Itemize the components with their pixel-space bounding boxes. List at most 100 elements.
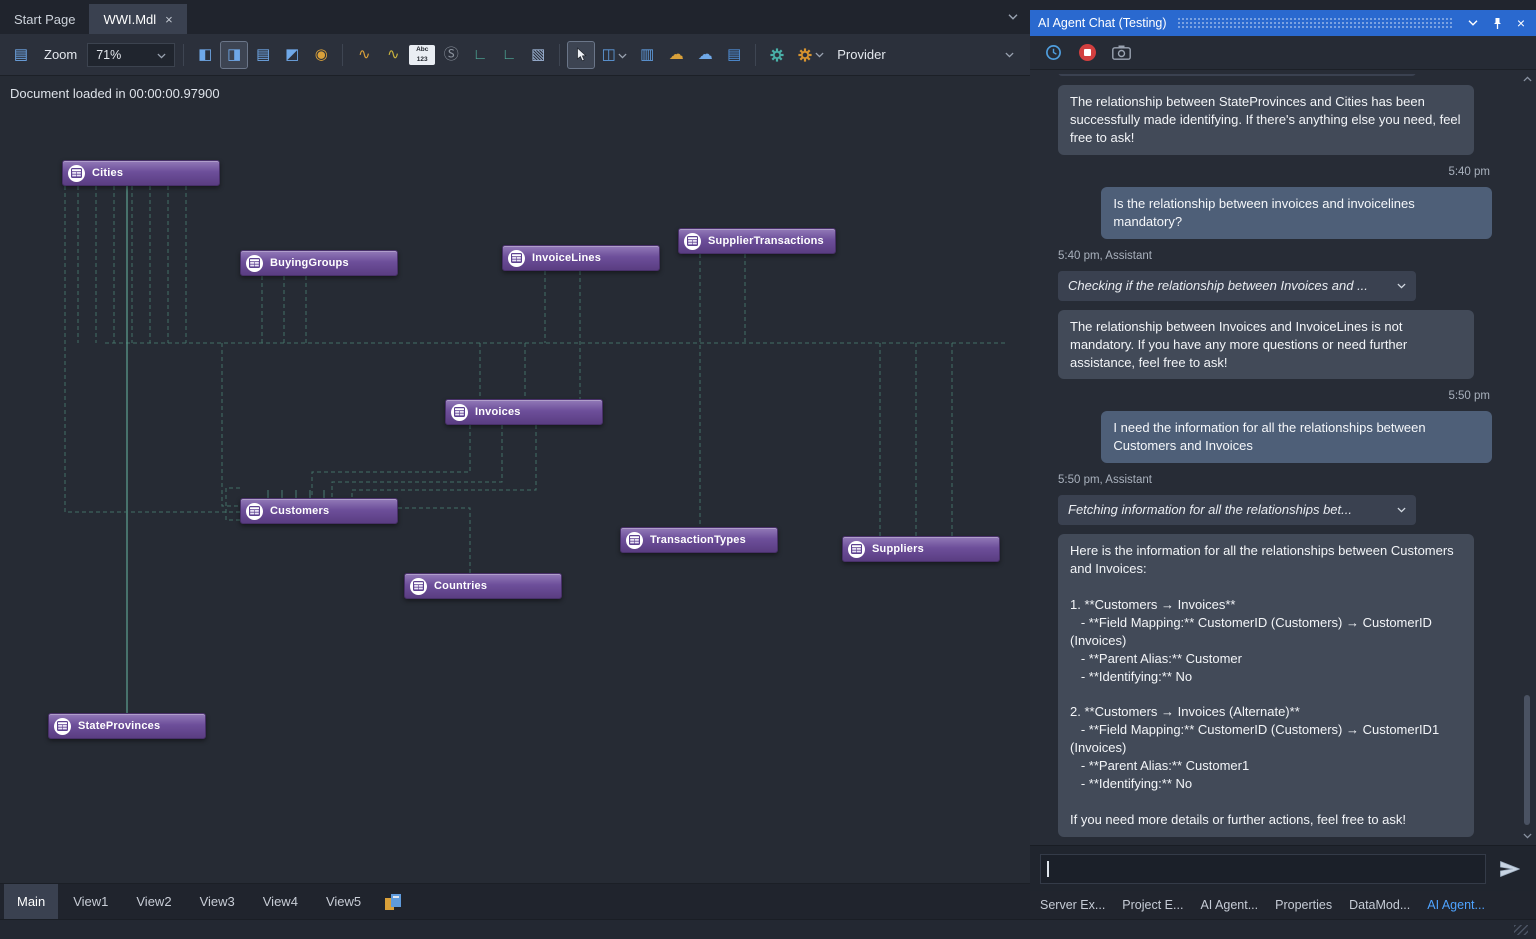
entity-label: Cities [92, 167, 123, 179]
view-tab-main[interactable]: Main [4, 884, 58, 919]
tool-call-header[interactable]: Fetching information for all the relatio… [1058, 495, 1416, 525]
entity-label: Invoices [475, 406, 521, 418]
assistant-message: Here is the information for all the rela… [1058, 534, 1474, 837]
panel-tab-properties-3[interactable]: Properties [1275, 898, 1332, 912]
entity-label: Countries [434, 580, 487, 592]
panel-chevron-icon[interactable] [1464, 14, 1482, 32]
panel-tab-datamod-4[interactable]: DataMod... [1349, 898, 1410, 912]
entity-transactiontypes[interactable]: TransactionTypes [620, 527, 778, 553]
diagram-canvas[interactable]: Cities BuyingGroups InvoiceLines SupplierTr… [0, 76, 1030, 883]
layers-icon[interactable]: ▤ [721, 42, 747, 68]
timestamp: 5:50 pm [1448, 389, 1490, 405]
tool-call-header[interactable]: Making the relationship between StatePro… [1058, 74, 1416, 76]
layout-rows-icon[interactable]: ◨ [221, 42, 247, 68]
doc-tab-start-page[interactable]: Start Page [0, 4, 89, 34]
panel-titlebar[interactable]: AI Agent Chat (Testing) × [1030, 10, 1536, 36]
pointer-tool-icon[interactable] [568, 42, 594, 68]
table-icon [246, 503, 263, 520]
document-area: Start PageWWI.Mdl× ▤Zoom71%◧◨▤◩◉∿∿Abc123… [0, 0, 1030, 919]
history-icon[interactable] [1042, 42, 1064, 64]
provider-gear-icon[interactable] [793, 42, 827, 68]
view-tab-view5[interactable]: View5 [313, 884, 374, 919]
entity-cities[interactable]: Cities [62, 160, 220, 186]
entity-suppliers[interactable]: Suppliers [842, 536, 1000, 562]
entity-label: SupplierTransactions [708, 235, 824, 247]
doc-tab-label: WWI.Mdl [103, 12, 156, 27]
entity-label: StateProvinces [78, 720, 160, 732]
scrollbar-track[interactable] [1523, 86, 1531, 829]
entity-customers[interactable]: Customers [240, 498, 398, 524]
view-tabs: MainView1View2View3View4View5 [4, 884, 374, 919]
toolbar-overflow-chevron[interactable] [996, 42, 1022, 68]
doc-tabbar: Start Page WWI.Mdl × [0, 0, 1030, 34]
user-message: I need the information for all the relat… [1101, 411, 1492, 463]
stop-icon[interactable] [1076, 42, 1098, 64]
export-cloud-icon[interactable]: ☁ [692, 42, 718, 68]
chat-input[interactable] [1049, 861, 1480, 876]
model-image-icon[interactable]: ▤ [8, 42, 34, 68]
selection-area-icon[interactable]: ▧ [525, 42, 551, 68]
show-attributes-icon[interactable]: ∿ [351, 42, 377, 68]
panel-tab-ai-agent-5[interactable]: AI Agent... [1427, 898, 1485, 912]
screenshot-icon[interactable] [1110, 42, 1132, 64]
panel-tab-ai-agent-2[interactable]: AI Agent... [1200, 898, 1258, 912]
scrollbar-thumb[interactable] [1524, 695, 1530, 825]
entity-countries[interactable]: Countries [404, 573, 562, 599]
tool-call-header[interactable]: Checking if the relationship between Inv… [1058, 271, 1416, 301]
abc-123-icon[interactable]: Abc 123 [409, 45, 435, 65]
entity-invoicelines[interactable]: InvoiceLines [502, 245, 660, 271]
titlebar-drag-texture [1177, 17, 1454, 29]
layout-stack-icon[interactable]: ▤ [250, 42, 276, 68]
panel-tab-project-e-1[interactable]: Project E... [1122, 898, 1183, 912]
scroll-down-icon[interactable] [1523, 829, 1532, 843]
zoom-label: Zoom [44, 47, 77, 62]
hide-attributes-icon[interactable]: ∿ [380, 42, 406, 68]
relationship-elbow-icon[interactable]: ∟ [467, 42, 493, 68]
table-icon [848, 541, 865, 558]
tool-call-label: Checking if the relationship between Inv… [1068, 277, 1368, 295]
eye-icon[interactable]: ◉ [308, 42, 334, 68]
schema-circle-icon[interactable]: Ⓢ [438, 42, 464, 68]
chat-input-wrap[interactable] [1040, 854, 1486, 884]
export-image-icon[interactable]: ◩ [279, 42, 305, 68]
toolbar-separator [342, 44, 343, 66]
view-tab-view1[interactable]: View1 [60, 884, 121, 919]
message-meta: 5:40 pm, Assistant [1058, 249, 1152, 265]
doc-tab-wwi-mdl[interactable]: WWI.Mdl × [89, 4, 186, 34]
entity-label: BuyingGroups [270, 257, 349, 269]
send-button[interactable] [1494, 854, 1526, 884]
relationship-elbow-alt-icon[interactable]: ∟ [496, 42, 522, 68]
chat-scrollbar[interactable] [1520, 72, 1534, 843]
import-cloud-icon[interactable]: ☁ [663, 42, 689, 68]
view-tab-view4[interactable]: View4 [250, 884, 311, 919]
close-icon[interactable]: × [165, 13, 173, 26]
entity-label: InvoiceLines [532, 252, 601, 264]
new-entity-icon[interactable]: ◫ [597, 42, 631, 68]
zoom-select[interactable]: 71% [87, 43, 175, 67]
entity-stateprovinces[interactable]: StateProvinces [48, 713, 206, 739]
num-line: 123 [417, 56, 428, 63]
view-tab-view3[interactable]: View3 [187, 884, 248, 919]
pin-icon[interactable] [1488, 14, 1506, 32]
chevron-down-icon[interactable] [1397, 507, 1406, 513]
assistant-message: The relationship between StateProvinces … [1058, 85, 1474, 155]
layout-columns-icon[interactable]: ◧ [192, 42, 218, 68]
view-tab-view2[interactable]: View2 [123, 884, 184, 919]
entity-suppliertransactions[interactable]: SupplierTransactions [678, 228, 836, 254]
canvas-status-text: Document loaded in 00:00:00.97900 [10, 86, 220, 101]
message-meta: 5:50 pm, Assistant [1058, 473, 1152, 489]
settings-gear-icon[interactable] [764, 42, 790, 68]
new-diagram-view-icon[interactable] [384, 893, 408, 911]
abc-line: Abc [416, 46, 428, 53]
scroll-up-icon[interactable] [1523, 72, 1532, 86]
entity-view-icon[interactable]: ▥ [634, 42, 660, 68]
chevron-down-icon[interactable] [1397, 283, 1406, 289]
provider-label: Provider [837, 47, 885, 62]
resize-grip[interactable] [1514, 925, 1528, 935]
entity-buyinggroups[interactable]: BuyingGroups [240, 250, 398, 276]
panel-tab-server-ex-0[interactable]: Server Ex... [1040, 898, 1105, 912]
entity-invoices[interactable]: Invoices [445, 399, 603, 425]
tab-list-chevron-icon[interactable] [1008, 14, 1018, 20]
panel-close-icon[interactable]: × [1512, 14, 1530, 32]
toolbar-separator [183, 44, 184, 66]
